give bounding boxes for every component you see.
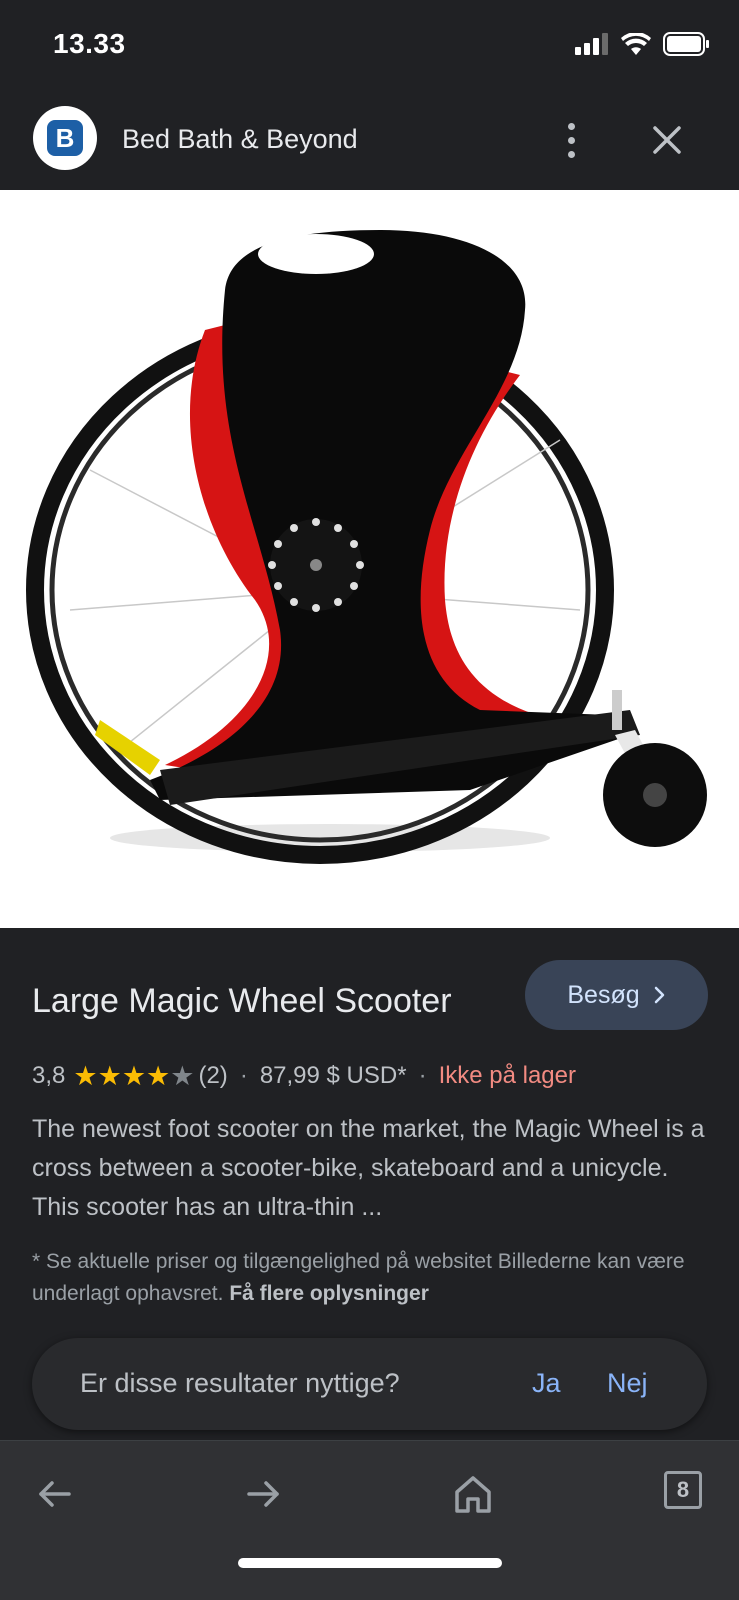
arrow-right-icon xyxy=(247,1481,279,1507)
site-header: B Bed Bath & Beyond xyxy=(0,90,739,190)
battery-icon xyxy=(663,32,709,56)
rating-stars: ★ ★ ★ ★ ★ xyxy=(73,1060,195,1091)
wifi-icon xyxy=(621,33,651,55)
star-icon: ★ xyxy=(121,1060,147,1091)
more-options-button[interactable] xyxy=(551,116,591,164)
status-icons xyxy=(575,32,711,56)
bottom-toolbar: 8 xyxy=(0,1440,739,1600)
close-icon[interactable] xyxy=(643,116,691,164)
back-button[interactable] xyxy=(30,1469,80,1519)
feedback-bar: Er disse resultater nyttige? Ja Nej xyxy=(32,1338,707,1430)
more-dot-icon xyxy=(567,122,575,130)
chevron-right-icon xyxy=(654,986,664,1004)
status-time: 13.33 xyxy=(53,28,126,59)
more-info-link[interactable]: Få flere oplysninger xyxy=(229,1282,429,1305)
feedback-question: Er disse resultater nyttige? xyxy=(80,1368,400,1398)
star-icon: ★ xyxy=(170,1060,195,1091)
visit-button[interactable]: Besøg xyxy=(525,960,708,1030)
feedback-yes-button[interactable]: Ja xyxy=(532,1368,561,1399)
star-icon: ★ xyxy=(73,1060,98,1091)
scooter-image xyxy=(26,230,707,864)
arrow-left-icon xyxy=(39,1481,71,1507)
site-name[interactable]: Bed Bath & Beyond xyxy=(122,124,358,155)
tab-switcher-button[interactable]: 8 xyxy=(664,1471,702,1509)
separator: · xyxy=(418,1062,427,1089)
product-image[interactable] xyxy=(0,190,739,928)
visit-button-label: Besøg xyxy=(567,980,640,1009)
stock-status: Ikke på lager xyxy=(438,1062,576,1089)
product-title[interactable]: Large Magic Wheel Scooter xyxy=(32,982,452,1021)
star-icon: ★ xyxy=(146,1060,171,1091)
disclaimer: * Se aktuelle priser og tilgængelighed p… xyxy=(32,1246,722,1310)
feedback-no-button[interactable]: Nej xyxy=(607,1368,648,1399)
site-logo[interactable]: B xyxy=(33,106,97,170)
product-description: The newest foot scooter on the market, t… xyxy=(32,1115,705,1221)
product-meta: 3,8 ★ ★ ★ ★ ★ (2) · 87,99 $ USD* · Ikke … xyxy=(32,1062,576,1090)
signal-icon xyxy=(575,33,608,55)
separator: · xyxy=(239,1062,248,1089)
rating-value: 3,8 xyxy=(32,1062,66,1089)
star-icon: ★ xyxy=(97,1060,122,1091)
home-indicator[interactable] xyxy=(238,1558,502,1568)
status-bar: 13.33 xyxy=(0,0,739,90)
more-dot-icon xyxy=(567,150,575,158)
forward-button[interactable] xyxy=(238,1469,288,1519)
review-count: (2) xyxy=(198,1062,228,1089)
site-logo-letter: B xyxy=(47,120,83,156)
more-dot-icon xyxy=(567,136,575,144)
home-icon xyxy=(455,1476,491,1513)
home-button[interactable] xyxy=(448,1469,498,1519)
price: 87,99 $ USD* xyxy=(259,1062,407,1089)
